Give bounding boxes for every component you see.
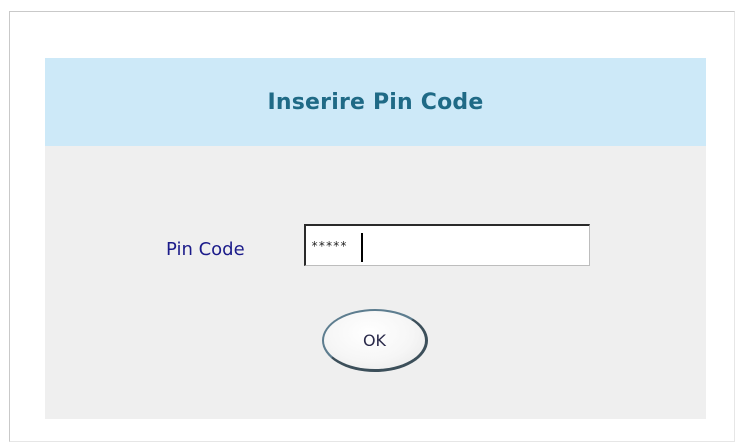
dialog-title: Inserire Pin Code <box>267 89 484 115</box>
ok-button-label: OK <box>362 330 387 350</box>
dialog-header: Inserire Pin Code <box>45 58 706 146</box>
pin-dialog: Inserire Pin Code Pin Code OK <box>45 58 706 419</box>
text-cursor <box>361 233 363 262</box>
pin-code-input[interactable] <box>304 224 590 266</box>
pin-code-label: Pin Code <box>166 239 245 260</box>
ok-button[interactable]: OK <box>322 309 428 372</box>
